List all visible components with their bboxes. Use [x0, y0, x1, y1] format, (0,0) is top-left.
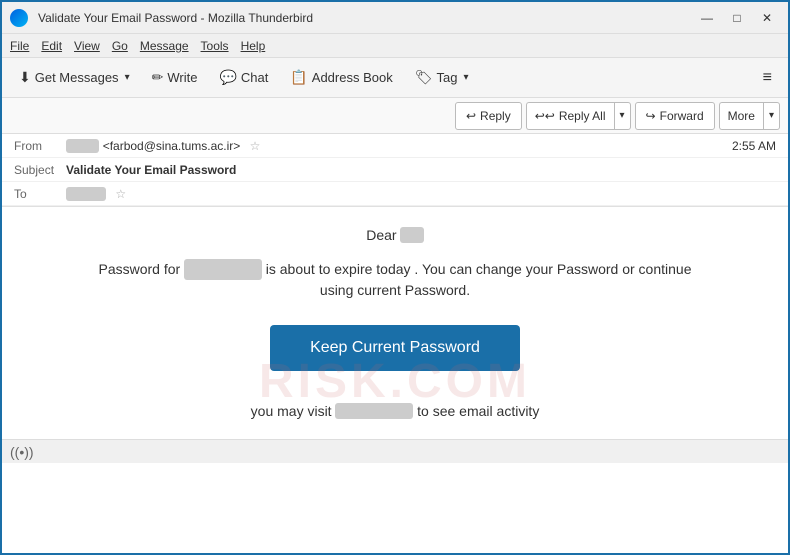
window-controls: — □ ✕ — [694, 8, 780, 28]
minimize-button[interactable]: — — [694, 8, 720, 28]
get-messages-button[interactable]: ⬇ Get Messages ▾ — [10, 63, 139, 93]
email-body: Dear Password for is about to expire tod… — [2, 207, 788, 439]
tag-icon: 🏷 — [415, 69, 433, 86]
from-row: From <farbod@sina.tums.ac.ir> ☆ 2:55 AM — [2, 134, 788, 158]
footer-prefix: you may visit — [251, 403, 332, 419]
to-name-blurred — [66, 187, 106, 201]
menu-message[interactable]: Message — [140, 39, 189, 53]
message-text: Password for is about to expire today . … — [95, 259, 695, 301]
chat-icon: 💬 — [219, 69, 236, 86]
window-title: Validate Your Email Password - Mozilla T… — [38, 11, 313, 25]
app-logo — [10, 9, 28, 27]
message-blurred — [184, 259, 262, 280]
action-bar: ↩ Reply ↩↩ Reply All ▾ ↪ Forward More ▾ — [2, 98, 788, 134]
email-time: 2:55 AM — [732, 139, 776, 153]
reply-all-split-button: ↩↩ Reply All ▾ — [526, 102, 631, 130]
reply-button[interactable]: ↩ Reply — [455, 102, 522, 130]
forward-button[interactable]: ↪ Forward — [635, 102, 715, 130]
menu-bar: File Edit View Go Message Tools Help — [2, 34, 788, 58]
email-headers: From <farbod@sina.tums.ac.ir> ☆ 2:55 AM … — [2, 134, 788, 207]
reply-all-dropdown-button[interactable]: ▾ — [614, 102, 631, 130]
menu-view[interactable]: View — [74, 39, 100, 53]
hamburger-menu-button[interactable]: ≡ — [755, 65, 780, 91]
more-dropdown-button[interactable]: ▾ — [763, 102, 780, 130]
tag-dropdown-icon: ▾ — [463, 72, 468, 83]
message-prefix: Password for — [98, 261, 180, 277]
status-bar: ((•)) — [2, 439, 788, 463]
menu-file[interactable]: File — [10, 39, 29, 53]
from-star-icon[interactable]: ☆ — [250, 139, 261, 153]
more-button[interactable]: More — [719, 102, 763, 130]
dear-line: Dear — [95, 227, 695, 243]
message-suffix: is about to expire today . You can chang… — [266, 261, 692, 277]
forward-icon: ↪ — [646, 109, 656, 123]
from-address: <farbod@sina.tums.ac.ir> — [103, 139, 241, 153]
addressbook-icon: 📋 — [290, 69, 307, 86]
address-book-button[interactable]: 📋 Address Book — [281, 63, 401, 93]
footer-blurred — [335, 403, 413, 419]
dear-prefix: Dear — [366, 227, 396, 243]
to-star-icon[interactable]: ☆ — [115, 187, 126, 201]
more-split-button: More ▾ — [719, 102, 780, 130]
footer-text: you may visit to see email activity — [95, 403, 695, 419]
menu-help[interactable]: Help — [241, 39, 266, 53]
tag-button[interactable]: 🏷 Tag ▾ — [406, 63, 478, 93]
subject-label: Subject — [14, 163, 66, 177]
from-value: <farbod@sina.tums.ac.ir> ☆ — [66, 139, 732, 153]
subject-value: Validate Your Email Password — [66, 163, 776, 177]
keep-password-button[interactable]: Keep Current Password — [270, 325, 520, 371]
reply-icon: ↩ — [466, 109, 476, 123]
connection-status-icon: ((•)) — [10, 444, 34, 460]
close-button[interactable]: ✕ — [754, 8, 780, 28]
reply-all-icon: ↩↩ — [535, 109, 555, 123]
to-row: To ☆ — [2, 182, 788, 206]
email-body-content: Dear Password for is about to expire tod… — [95, 227, 695, 419]
maximize-button[interactable]: □ — [724, 8, 750, 28]
reply-all-button[interactable]: ↩↩ Reply All — [526, 102, 614, 130]
subject-row: Subject Validate Your Email Password — [2, 158, 788, 182]
menu-edit[interactable]: Edit — [41, 39, 62, 53]
message-line2: using current Password. — [320, 282, 470, 298]
get-messages-dropdown-icon: ▾ — [125, 72, 130, 83]
main-toolbar: ⬇ Get Messages ▾ ✏ Write 💬 Chat 📋 Addres… — [2, 58, 788, 98]
title-bar: Validate Your Email Password - Mozilla T… — [2, 2, 788, 34]
menu-tools[interactable]: Tools — [201, 39, 229, 53]
dear-blurred — [400, 227, 423, 243]
to-label: To — [14, 187, 66, 201]
to-value: ☆ — [66, 187, 776, 201]
download-icon: ⬇ — [19, 69, 31, 86]
from-label: From — [14, 139, 66, 153]
from-name-blurred — [66, 139, 99, 153]
write-button[interactable]: ✏ Write — [143, 63, 207, 93]
pencil-icon: ✏ — [152, 69, 164, 86]
chat-button[interactable]: 💬 Chat — [210, 63, 277, 93]
footer-suffix: to see email activity — [417, 403, 539, 419]
menu-go[interactable]: Go — [112, 39, 128, 53]
